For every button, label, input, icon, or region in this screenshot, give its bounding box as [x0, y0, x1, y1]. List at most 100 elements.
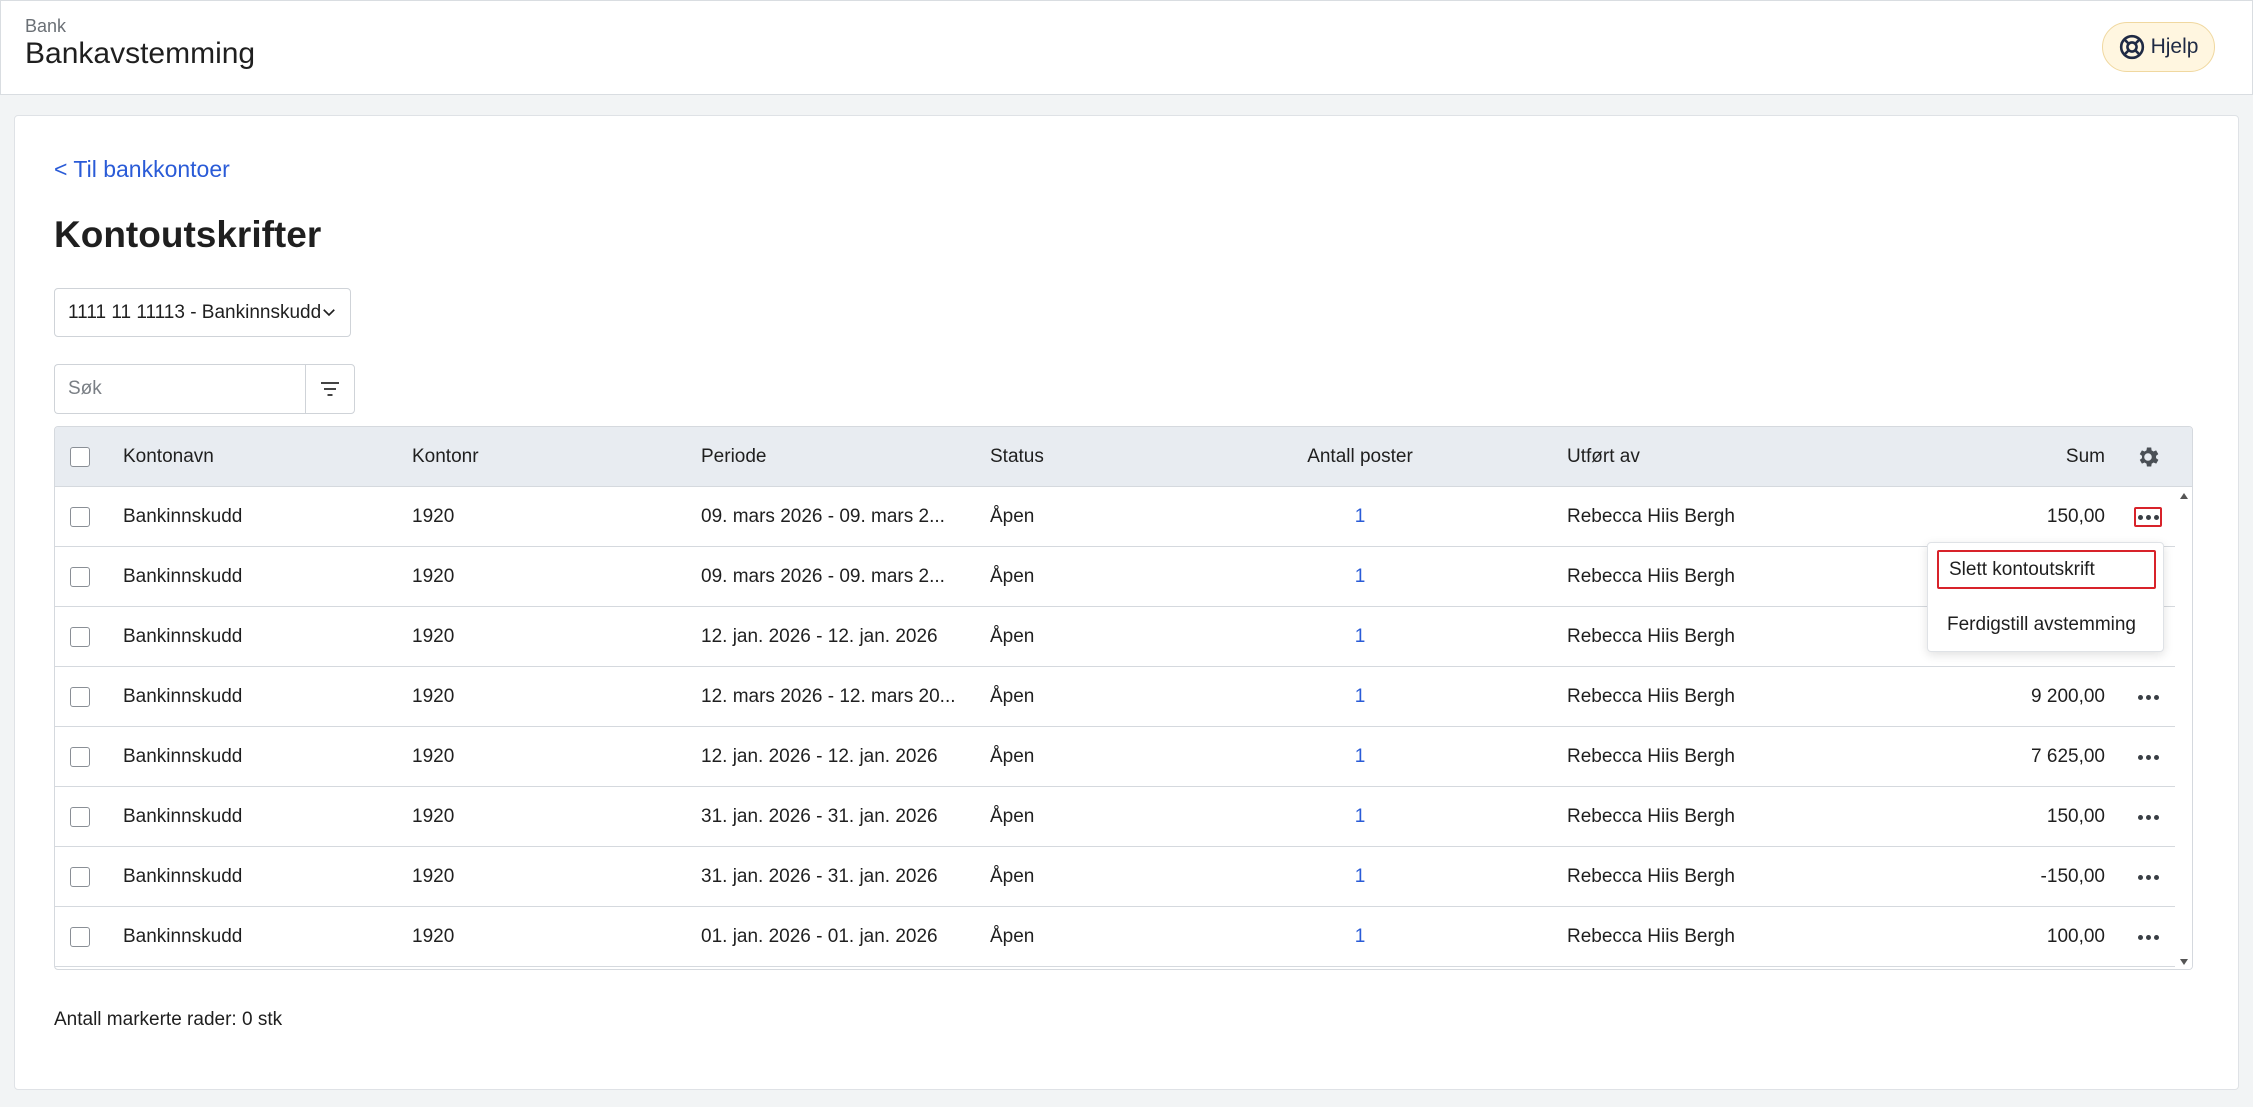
cell-periode: 12. mars 2026 - 12. mars 20...	[701, 685, 956, 707]
more-options-icon[interactable]	[2134, 747, 2162, 767]
cell-status: Åpen	[990, 865, 1035, 887]
cell-kontonavn: Bankinnskudd	[123, 625, 243, 647]
statements-table: Kontonavn Kontonr Periode Status Antall …	[54, 426, 2193, 970]
cell-antall-poster-link[interactable]: 1	[1275, 487, 1445, 546]
row-checkbox[interactable]	[70, 507, 90, 527]
cell-kontonr: 1920	[412, 505, 455, 527]
column-header-kontonr[interactable]: Kontonr	[412, 427, 479, 486]
scroll-up-icon[interactable]	[2180, 493, 2188, 499]
cell-antall-poster-link[interactable]: 1	[1275, 847, 1445, 906]
cell-utfort-av: Rebecca Hiis Bergh	[1567, 565, 1735, 587]
cell-periode: 31. jan. 2026 - 31. jan. 2026	[701, 865, 938, 887]
column-header-sum[interactable]: Sum	[1855, 427, 2105, 486]
cell-status: Åpen	[990, 505, 1035, 527]
table-header: Kontonavn Kontonr Periode Status Antall …	[55, 427, 2192, 487]
cell-sum: -150,00	[2040, 865, 2105, 887]
column-header-periode[interactable]: Periode	[701, 427, 767, 486]
more-options-icon[interactable]	[2134, 867, 2162, 887]
back-to-bank-accounts-link[interactable]: < Til bankkontoer	[54, 156, 230, 183]
cell-antall-poster-link[interactable]: 1	[1275, 727, 1445, 786]
column-header-utfort-av[interactable]: Utført av	[1567, 427, 1640, 486]
cell-kontonr: 1920	[412, 865, 455, 887]
cell-periode: 12. jan. 2026 - 12. jan. 2026	[701, 625, 938, 647]
row-checkbox[interactable]	[70, 927, 90, 947]
table-row[interactable]: Bankinnskudd 1920 09. mars 2026 - 09. ma…	[55, 547, 2175, 607]
more-options-icon[interactable]	[2134, 927, 2162, 947]
select-all-checkbox[interactable]	[70, 447, 90, 467]
cell-kontonavn: Bankinnskudd	[123, 685, 243, 707]
cell-sum: 150,00	[2046, 505, 2105, 527]
breadcrumb[interactable]: Bank	[25, 16, 66, 37]
help-button[interactable]: Hjelp	[2102, 22, 2215, 72]
cell-kontonavn: Bankinnskudd	[123, 865, 243, 887]
cell-periode: 09. mars 2026 - 09. mars 2...	[701, 505, 945, 527]
cell-kontonr: 1920	[412, 565, 455, 587]
table-row[interactable]: Bankinnskudd 1920 31. jan. 2026 - 31. ja…	[55, 787, 2175, 847]
table-row[interactable]: Bankinnskudd 1920 31. jan. 2026 - 31. ja…	[55, 847, 2175, 907]
cell-periode: 09. mars 2026 - 09. mars 2...	[701, 565, 945, 587]
cell-periode: 01. jan. 2026 - 01. jan. 2026	[701, 925, 938, 947]
account-select[interactable]: 1111 11 11113 - Bankinnskudd	[54, 288, 351, 337]
cell-periode: 12. jan. 2026 - 12. jan. 2026	[701, 745, 938, 767]
row-checkbox[interactable]	[70, 627, 90, 647]
cell-status: Åpen	[990, 805, 1035, 827]
cell-sum: 7 625,00	[2031, 745, 2105, 767]
column-header-kontonavn[interactable]: Kontonavn	[123, 427, 214, 486]
cell-kontonavn: Bankinnskudd	[123, 805, 243, 827]
cell-kontonavn: Bankinnskudd	[123, 505, 243, 527]
more-options-icon[interactable]	[2134, 807, 2162, 827]
cell-antall-poster-link[interactable]: 1	[1275, 667, 1445, 726]
cell-status: Åpen	[990, 625, 1035, 647]
cell-kontonavn: Bankinnskudd	[123, 745, 243, 767]
cell-status: Åpen	[990, 565, 1035, 587]
filter-icon	[321, 382, 339, 396]
cell-antall-poster-link[interactable]: 1	[1275, 547, 1445, 606]
search-input[interactable]	[54, 364, 306, 414]
help-lifebuoy-icon	[2119, 34, 2144, 60]
cell-kontonr: 1920	[412, 685, 455, 707]
row-checkbox[interactable]	[70, 807, 90, 827]
row-context-menu: Slett kontoutskrift Ferdigstill avstemmi…	[1927, 542, 2164, 652]
cell-sum: 100,00	[2046, 925, 2105, 947]
cell-sum: 150,00	[2046, 805, 2105, 827]
row-checkbox[interactable]	[70, 687, 90, 707]
chevron-down-icon	[323, 309, 335, 317]
row-checkbox[interactable]	[70, 747, 90, 767]
more-options-icon[interactable]	[2134, 687, 2162, 707]
column-header-status[interactable]: Status	[990, 427, 1044, 486]
table-row[interactable]: Bankinnskudd 1920 12. mars 2026 - 12. ma…	[55, 667, 2175, 727]
cell-status: Åpen	[990, 685, 1035, 707]
more-options-icon[interactable]	[2134, 507, 2162, 527]
cell-utfort-av: Rebecca Hiis Bergh	[1567, 925, 1735, 947]
table-row[interactable]: Bankinnskudd 1920 12. jan. 2026 - 12. ja…	[55, 607, 2175, 667]
row-checkbox[interactable]	[70, 567, 90, 587]
cell-kontonr: 1920	[412, 925, 455, 947]
table-scrollbar[interactable]	[2176, 487, 2192, 969]
cell-antall-poster-link[interactable]: 1	[1275, 607, 1445, 666]
cell-kontonr: 1920	[412, 625, 455, 647]
menu-item-delete-statement[interactable]: Slett kontoutskrift	[1937, 550, 2156, 589]
cell-kontonr: 1920	[412, 805, 455, 827]
filter-button[interactable]	[305, 364, 355, 414]
column-header-antall-poster[interactable]: Antall poster	[1275, 427, 1445, 486]
row-checkbox[interactable]	[70, 867, 90, 887]
scroll-down-icon[interactable]	[2180, 959, 2188, 965]
menu-item-finish-reconciliation[interactable]: Ferdigstill avstemming	[1937, 605, 2156, 644]
table-row[interactable]: Bankinnskudd 1920 09. mars 2026 - 09. ma…	[55, 487, 2175, 547]
help-label: Hjelp	[2150, 35, 2199, 58]
app-title: Bankavstemming	[25, 37, 256, 70]
settings-gear-icon[interactable]	[2135, 444, 2161, 470]
cell-kontonavn: Bankinnskudd	[123, 925, 243, 947]
top-bar: Bank Bankavstemming Hjelp	[0, 0, 2253, 95]
cell-utfort-av: Rebecca Hiis Bergh	[1567, 685, 1735, 707]
cell-kontonr: 1920	[412, 745, 455, 767]
table-row[interactable]: Bankinnskudd 1920 12. jan. 2026 - 12. ja…	[55, 727, 2175, 787]
cell-utfort-av: Rebecca Hiis Bergh	[1567, 745, 1735, 767]
cell-kontonavn: Bankinnskudd	[123, 565, 243, 587]
cell-antall-poster-link[interactable]: 1	[1275, 907, 1445, 966]
account-select-value: 1111 11 11113 - Bankinnskudd	[68, 301, 322, 323]
cell-status: Åpen	[990, 925, 1035, 947]
cell-antall-poster-link[interactable]: 1	[1275, 787, 1445, 846]
page-title: Kontoutskrifter	[54, 214, 322, 255]
table-row[interactable]: Bankinnskudd 1920 01. jan. 2026 - 01. ja…	[55, 907, 2175, 967]
